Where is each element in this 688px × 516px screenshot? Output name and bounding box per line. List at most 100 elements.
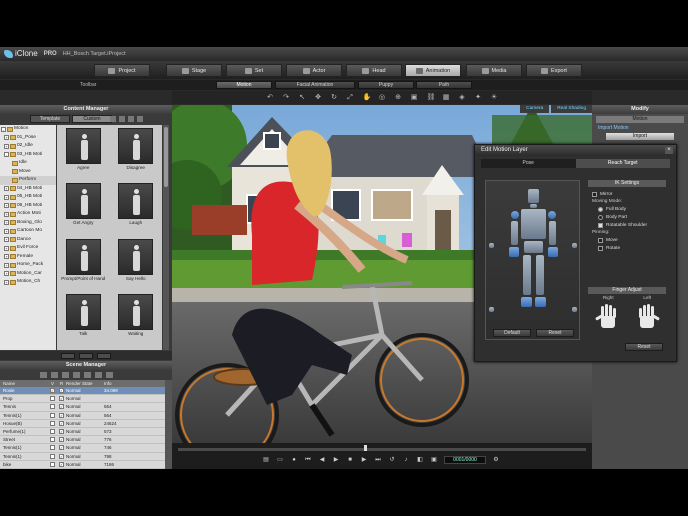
- column-header[interactable]: Render State: [66, 380, 104, 387]
- scale-icon[interactable]: ⤢: [347, 94, 354, 101]
- row-state[interactable]: Normal: [66, 453, 104, 460]
- camera-orbit-icon[interactable]: ◎: [379, 94, 386, 101]
- row-state[interactable]: Normal: [66, 428, 104, 435]
- record-icon[interactable]: ●: [290, 456, 298, 464]
- mirror-option[interactable]: Mirror: [588, 190, 666, 198]
- tree-item[interactable]: +02_Idle: [0, 142, 56, 151]
- neck-part[interactable]: [530, 204, 537, 208]
- head-part[interactable]: [528, 189, 539, 203]
- mirror-checkbox[interactable]: [592, 191, 597, 197]
- left-leg-part[interactable]: [536, 255, 544, 295]
- visible-toggle[interactable]: [48, 403, 57, 410]
- full-body-option[interactable]: Full Body: [588, 205, 666, 213]
- next-frame-icon[interactable]: ▶: [360, 456, 368, 464]
- tab-reach-target[interactable]: Reach Target: [575, 159, 670, 168]
- row-state[interactable]: Normal: [66, 403, 104, 410]
- subtab-facial-animation[interactable]: Facial Animation: [275, 81, 355, 89]
- tab-set[interactable]: Set: [226, 64, 282, 77]
- tree-item[interactable]: Move: [0, 168, 56, 177]
- hide-all-icon[interactable]: [73, 372, 80, 378]
- table-row[interactable]: Hosue(B) Normal24624: [0, 420, 165, 428]
- table-row[interactable]: Perfume(1) Normal573: [0, 428, 165, 437]
- hip-part[interactable]: [524, 241, 543, 253]
- record-mode-icon[interactable]: ▭: [276, 456, 284, 464]
- motion-item[interactable]: Talk: [61, 293, 106, 347]
- options-icon[interactable]: [106, 372, 113, 378]
- content-scrollbar[interactable]: [163, 125, 169, 350]
- full-body-radio[interactable]: [598, 206, 603, 212]
- table-row[interactable]: Prop Normal: [0, 395, 165, 404]
- go-start-icon[interactable]: ⏮: [304, 456, 312, 464]
- link-icon[interactable]: ⛓: [427, 94, 436, 101]
- prev-page-button[interactable]: [61, 352, 75, 359]
- default-button[interactable]: Default: [493, 329, 531, 337]
- finger-reset-button[interactable]: Reset: [625, 343, 663, 351]
- timeline-toggle-icon[interactable]: ▤: [262, 456, 270, 464]
- right-side-pin[interactable]: [489, 243, 494, 248]
- stop-icon[interactable]: ■: [346, 456, 354, 464]
- tree-item[interactable]: + Boxing_Glo: [0, 219, 56, 228]
- expand-icon[interactable]: +: [4, 135, 9, 141]
- zoom-icon[interactable]: ⊕: [395, 94, 402, 101]
- row-state[interactable]: Normal: [66, 387, 104, 394]
- delete-icon[interactable]: [128, 116, 134, 122]
- visible-toggle[interactable]: [48, 395, 57, 402]
- visible-toggle[interactable]: [48, 461, 57, 468]
- row-state[interactable]: Normal: [66, 412, 104, 419]
- rotatable-shoulder-option[interactable]: Rotatable Shoulder: [588, 221, 666, 229]
- sound-icon[interactable]: ♪: [402, 456, 410, 464]
- prev-frame-icon[interactable]: ◀: [318, 456, 326, 464]
- expand-icon[interactable]: +: [4, 228, 9, 234]
- render-toggle[interactable]: [57, 395, 66, 402]
- real-shading-button[interactable]: Real Shading: [551, 105, 592, 113]
- visible-toggle[interactable]: [48, 453, 57, 460]
- play-icon[interactable]: ▶: [332, 456, 340, 464]
- tree-item[interactable]: + Motion_Ch: [0, 278, 56, 287]
- camera-pan-icon[interactable]: ✋: [363, 94, 372, 101]
- tree-item-selected[interactable]: Perform: [0, 176, 56, 185]
- expand-icon[interactable]: +: [4, 237, 9, 243]
- ik-target-marker[interactable]: [402, 233, 412, 247]
- settings-icon[interactable]: ⚙: [492, 456, 500, 464]
- show-all-icon[interactable]: [62, 372, 69, 378]
- visible-toggle[interactable]: [48, 444, 57, 451]
- timeline-track[interactable]: [178, 448, 586, 451]
- row-state[interactable]: Normal: [66, 420, 104, 427]
- tab-pose[interactable]: Pose: [481, 159, 576, 168]
- visible-toggle[interactable]: [48, 412, 57, 419]
- snap-icon[interactable]: ◈: [459, 94, 466, 101]
- grid-icon[interactable]: ▦: [443, 94, 450, 101]
- pin-rotate-option[interactable]: Rotate: [588, 244, 666, 252]
- fit-icon[interactable]: ▣: [411, 94, 418, 101]
- visible-toggle[interactable]: [48, 428, 57, 435]
- left-arm-part[interactable]: [549, 221, 556, 245]
- right-arm-part[interactable]: [511, 221, 518, 245]
- loop-icon[interactable]: ↺: [388, 456, 396, 464]
- filter-icon[interactable]: [40, 372, 47, 378]
- tree-item[interactable]: +05_HB Moti: [0, 193, 56, 202]
- row-state[interactable]: Normal: [66, 436, 104, 443]
- left-foot-pin[interactable]: [572, 307, 577, 312]
- left-hand-icon[interactable]: [632, 302, 662, 332]
- dialog-title-bar[interactable]: Edit Motion Layer ×: [475, 145, 676, 156]
- right-foot-pin[interactable]: [489, 307, 494, 312]
- redo-icon[interactable]: ↷: [283, 94, 290, 101]
- chest-part[interactable]: [521, 209, 546, 239]
- render-toggle[interactable]: [57, 453, 66, 460]
- pin-rotate-checkbox[interactable]: [598, 245, 603, 251]
- subtab-puppy[interactable]: Puppy: [358, 81, 414, 89]
- tree-item[interactable]: + Dance: [0, 236, 56, 245]
- tree-item[interactable]: - Motion: [0, 125, 56, 134]
- tree-item[interactable]: + Action Moti: [0, 210, 56, 219]
- tree-item[interactable]: + Evil Force: [0, 244, 56, 253]
- visible-toggle[interactable]: [48, 436, 57, 443]
- motion-item[interactable]: Get Angry: [61, 183, 106, 236]
- motion-item[interactable]: Say Hello: [114, 238, 159, 292]
- expand-icon[interactable]: +: [4, 271, 9, 277]
- expand-icon[interactable]: +: [4, 143, 9, 149]
- next-page-button[interactable]: [97, 352, 111, 359]
- tab-actor[interactable]: Actor: [286, 64, 342, 77]
- reset-button[interactable]: Reset: [536, 329, 574, 337]
- column-header[interactable]: Info: [104, 380, 134, 387]
- scrollbar-thumb[interactable]: [164, 127, 168, 187]
